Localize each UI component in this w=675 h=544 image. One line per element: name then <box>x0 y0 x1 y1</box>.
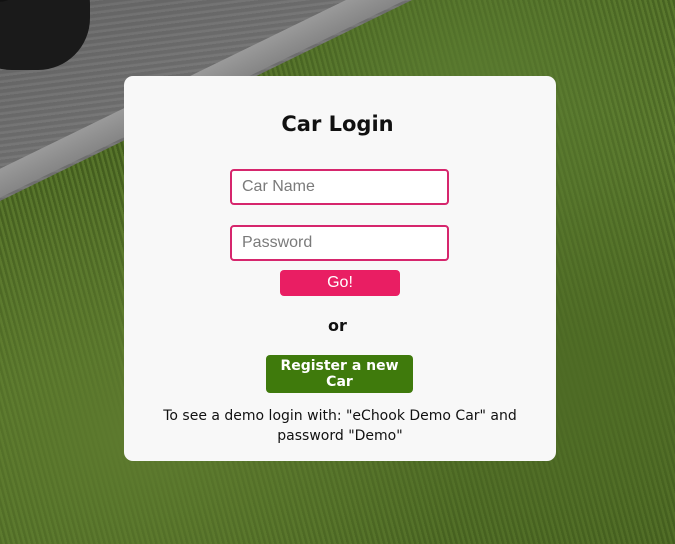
demo-login-note: To see a demo login with: "eChook Demo C… <box>163 408 517 444</box>
car-name-input[interactable] <box>230 169 449 205</box>
car-wheel <box>0 0 28 2</box>
register-car-button[interactable]: Register a new Car <box>266 355 413 393</box>
go-button[interactable]: Go! <box>280 270 400 296</box>
password-input[interactable] <box>230 225 449 261</box>
page-title: Car Login <box>281 112 394 136</box>
or-separator: or <box>328 316 347 335</box>
